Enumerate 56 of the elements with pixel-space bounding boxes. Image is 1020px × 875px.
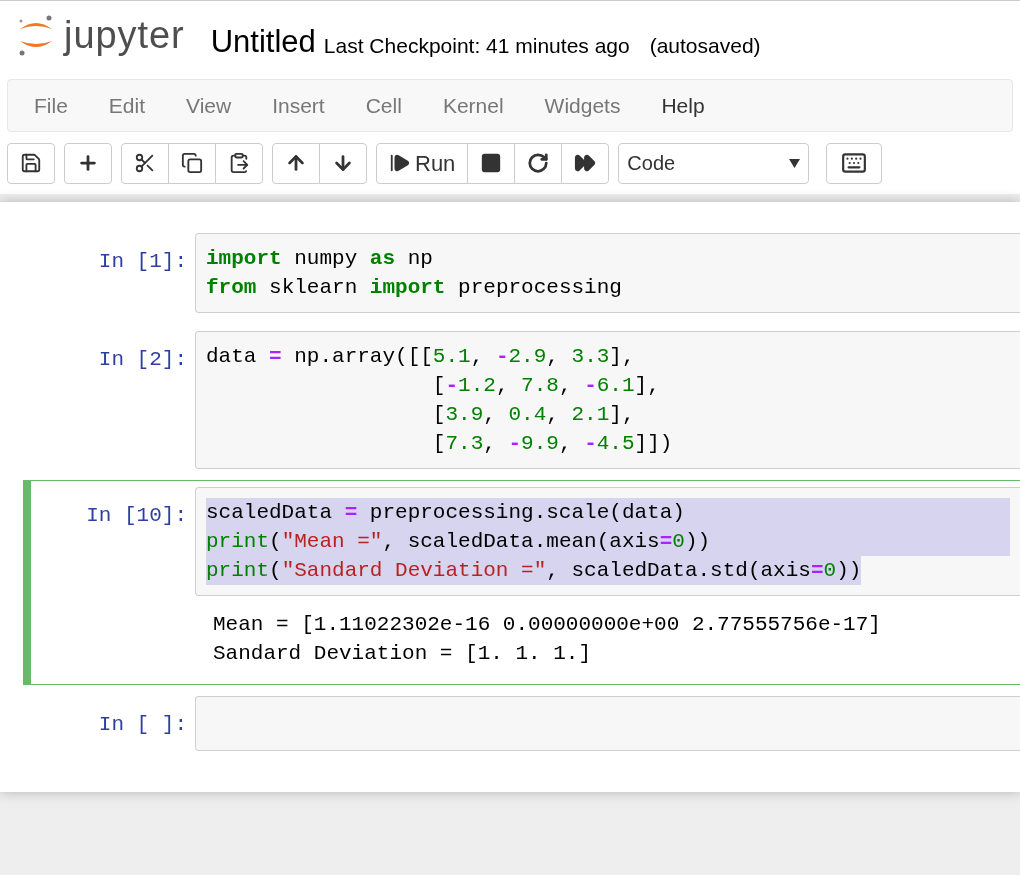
menu-item[interactable]: Cell: [351, 81, 416, 130]
clipboard-icon: [228, 152, 250, 174]
code-line: [7.3, -9.9, -4.5]]): [431, 431, 674, 457]
keyboard-icon: [841, 150, 868, 176]
toolbar-button[interactable]: [319, 142, 367, 184]
input-prompt: In [10]:: [85, 503, 188, 529]
copy-icon: [181, 152, 203, 174]
toolbar-button[interactable]: [826, 142, 883, 184]
menu-item[interactable]: Edit: [94, 81, 160, 130]
output-line: Sandard Deviation = [1. 1. 1.]: [213, 641, 592, 667]
menu-item[interactable]: File: [20, 81, 82, 130]
toolbar-button[interactable]: [514, 142, 563, 184]
code-line: from sklearn import preprocessing: [206, 275, 623, 301]
output-line: Mean = [1.11022302e-16 0.00000000e+00 2.77555756e-17]: [213, 612, 881, 638]
stop-icon: [480, 152, 503, 174]
code-input[interactable]: import numpy as np from sklearn import preprocessing: [195, 233, 1020, 313]
checkpoint-text: Last Checkpoint: 41 minutes ago: [323, 35, 630, 56]
notebook-title[interactable]: Untitled: [210, 26, 316, 57]
menu-item[interactable]: Help: [647, 81, 719, 130]
toolbar-button[interactable]: [7, 142, 55, 184]
notebook-cell[interactable]: In [1]: import numpy as np from sklearn import preprocessing: [23, 226, 1020, 320]
fast-forward-icon: [574, 152, 597, 174]
save-icon: [20, 152, 42, 174]
code-line: [3.9, 0.4, 2.1],: [431, 402, 636, 428]
toolbar-button[interactable]: [168, 142, 216, 184]
toolbar-button[interactable]: [64, 142, 112, 184]
run-button[interactable]: Run: [376, 142, 469, 184]
step-forward-icon: [389, 152, 411, 174]
notebook-cell[interactable]: [23, 480, 1020, 685]
toolbar-button[interactable]: [215, 142, 263, 184]
menu-item[interactable]: View: [172, 81, 246, 130]
toolbar-button[interactable]: [272, 142, 320, 184]
menu-item[interactable]: Insert: [258, 81, 339, 130]
notebook-cell[interactable]: In [ ]:: [23, 689, 1020, 758]
code-line: import numpy as np: [206, 246, 434, 272]
notebook-cell[interactable]: In [2]: data = np.array([[5.1, -2.9, 3.3], [-1.2, 7.8, -6.1], [3.9, 0.4, 2.1], [7.3, -9.9, -4.5]]): [23, 324, 1020, 476]
input-prompt: In [1]:: [97, 249, 188, 275]
toolbar-button[interactable]: [467, 142, 516, 184]
scissors-icon: [134, 152, 156, 174]
code-input[interactable]: data = np.array([[5.1, -2.9, 3.3], [-1.2, 7.8, -6.1], [3.9, 0.4, 2.1], [7.3, -9.9, -4.5]]): [195, 331, 1020, 469]
input-prompt: In [ ]:: [97, 712, 188, 738]
autosave-status: (autosaved): [649, 35, 761, 56]
code-line: [-1.2, 7.8, -6.1],: [431, 373, 661, 399]
code-line: data = np.array([[5.1, -2.9, 3.3],: [206, 344, 636, 370]
caret-icon: [789, 158, 801, 168]
menu-item[interactable]: Widgets: [530, 81, 635, 130]
logo-text: jupyter: [64, 16, 185, 54]
toolbar-button[interactable]: [561, 142, 610, 184]
cell-type-select[interactable]: Code: [618, 142, 810, 184]
input-prompt: In [2]:: [97, 347, 188, 373]
code-input[interactable]: scaledData = preprocessing.scale(data) print("Mean =", scaledData.mean(axis=0)) print("Sandard Deviation =", scaledData.std(axis=0)): [195, 487, 1020, 596]
menu-item[interactable]: Kernel: [428, 81, 518, 130]
code-input[interactable]: [195, 696, 1020, 751]
restart-icon: [527, 152, 550, 174]
plus-icon: [77, 152, 99, 174]
toolbar-button[interactable]: [121, 142, 169, 184]
